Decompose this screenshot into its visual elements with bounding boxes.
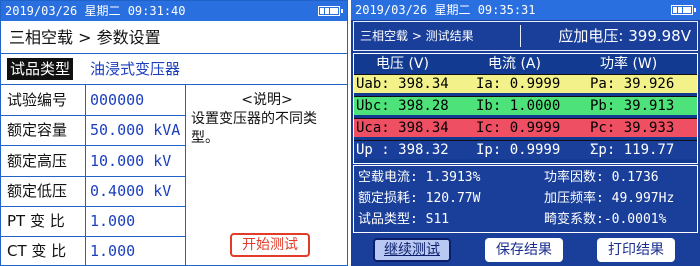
rated-loss: 额定损耗: 120.77W [358, 191, 481, 206]
voltage-cell: Ubc: 398.28 [356, 98, 449, 114]
field-row-ct-ratio[interactable]: CT 变 比 1.000 [1, 236, 185, 265]
print-result-button[interactable]: 打印结果 [597, 238, 675, 262]
battery-full-icon [318, 6, 343, 16]
header-power: 功率 (W) [600, 56, 658, 72]
field-value[interactable]: 1.000 [90, 236, 135, 265]
table-row-phase-a: Uab: 398.34 Ia: 0.9999 Pa: 39.926 [354, 74, 697, 93]
power-cell: Pa: 39.926 [590, 76, 675, 92]
table-row-phase-b: Ubc: 398.28 Ib: 1.0000 Pb: 39.913 [354, 96, 697, 115]
field-value[interactable]: 0.4000 kV [90, 176, 171, 206]
table-row-phase-c: Uca: 398.34 Ic: 0.9999 Pc: 39.933 [354, 118, 697, 137]
column-divider [85, 85, 86, 265]
header-divider [520, 25, 521, 47]
power-factor: 功率因数: 0.1736 [544, 170, 659, 185]
table-header: 电压 (V) 电流 (A) 功率 (W) [354, 54, 697, 74]
description-title: <说明> [241, 92, 293, 108]
field-value[interactable]: 10.000 kV [90, 146, 171, 176]
test-result-screen: 2019/03/26 星期二 09:35:31 三相空载 > 测试结果 应加电压… [351, 0, 700, 266]
measurement-table: 电压 (V) 电流 (A) 功率 (W) Uab: 398.34 Ia: 0.9… [353, 53, 698, 164]
page-title: 三相空载 > 参数设置 [1, 21, 347, 54]
voltage-cell: Up : 398.32 [356, 142, 449, 158]
page-title: 三相空载 > 测试结果 [360, 29, 474, 43]
power-cell: Σp: 119.77 [590, 142, 675, 158]
power-cell: Pb: 39.913 [590, 98, 675, 114]
current-cell: Ic: 0.9999 [476, 120, 561, 136]
description-body: 设置变压器的不同类型。 [191, 111, 317, 146]
start-test-button[interactable]: 开始测试 [230, 233, 310, 257]
header-voltage: 电压 (V) [376, 56, 429, 72]
distortion-factor: 畸变系数:-0.0001% [544, 212, 667, 227]
battery-full-icon [671, 5, 696, 15]
datetime-label: 2019/03/26 星期二 09:35:31 [355, 3, 536, 17]
status-bar: 2019/03/26 星期二 09:35:31 [351, 0, 700, 20]
sample-type-label: 试品类型 [7, 58, 74, 80]
result-header: 三相空载 > 测试结果 应加电压: 399.98V [353, 21, 698, 51]
parameter-setting-screen: 2019/03/26 星期二 09:31:40 三相空载 > 参数设置 试品类型… [0, 0, 348, 266]
field-row-test-number[interactable]: 试验编号 000000 [1, 85, 185, 116]
sample-type-value[interactable]: 油浸式变压器 [90, 54, 180, 85]
field-label: 试验编号 [7, 91, 68, 109]
field-label: 额定低压 [7, 182, 68, 200]
field-value[interactable]: 50.000 kVA [90, 115, 180, 145]
field-label: 额定容量 [7, 121, 68, 139]
current-cell: Ib: 1.0000 [476, 98, 561, 114]
field-row-rated-low-voltage[interactable]: 额定低压 0.4000 kV [1, 176, 185, 207]
field-label: 额定高压 [7, 152, 68, 170]
header-current: 电流 (A) [488, 56, 541, 72]
status-bar: 2019/03/26 星期二 09:31:40 [1, 1, 347, 21]
no-load-current: 空载电流: 1.3913% [358, 170, 481, 185]
field-label: CT 变 比 [7, 242, 67, 260]
power-cell: Pc: 39.933 [590, 120, 675, 136]
sample-type: 试品类型: S11 [358, 212, 450, 227]
sample-type-row[interactable]: 试品类型 油浸式变压器 [1, 54, 347, 85]
voltage-cell: Uab: 398.34 [356, 76, 449, 92]
column-divider [185, 85, 186, 265]
field-value[interactable]: 1.000 [90, 206, 135, 236]
table-row-average: Up : 398.32 Ip: 0.9999 Σp: 119.77 [354, 140, 697, 159]
applied-frequency: 加压频率: 49.997Hz [544, 191, 675, 206]
field-row-rated-high-voltage[interactable]: 额定高压 10.000 kV [1, 146, 185, 177]
voltage-cell: Uca: 398.34 [356, 120, 449, 136]
applied-voltage: 应加电压: 399.98V [558, 27, 691, 45]
current-cell: Ia: 0.9999 [476, 76, 561, 92]
field-row-rated-capacity[interactable]: 额定容量 50.000 kVA [1, 115, 185, 146]
summary-panel: 空载电流: 1.3913% 功率因数: 0.1736 额定损耗: 120.77W… [353, 165, 698, 233]
continue-test-button[interactable]: 继续测试 [373, 238, 451, 262]
field-label: PT 变 比 [7, 212, 65, 230]
save-result-button[interactable]: 保存结果 [485, 238, 563, 262]
description-box: <说明> 设置变压器的不同类型。 [191, 91, 343, 148]
field-row-pt-ratio[interactable]: PT 变 比 1.000 [1, 206, 185, 237]
field-value[interactable]: 000000 [90, 85, 144, 115]
current-cell: Ip: 0.9999 [476, 142, 561, 158]
datetime-label: 2019/03/26 星期二 09:31:40 [5, 4, 186, 18]
